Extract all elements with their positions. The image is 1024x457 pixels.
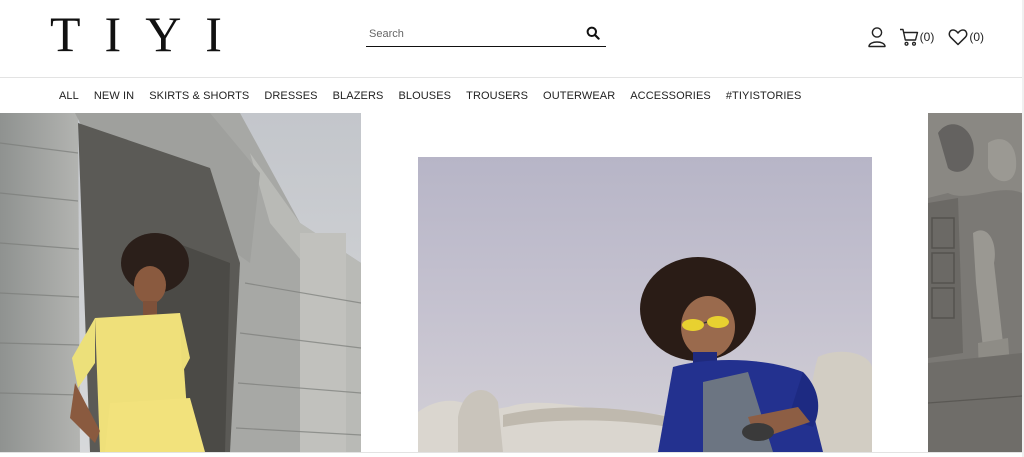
user-icon[interactable] xyxy=(867,26,887,48)
nav-item-new-in[interactable]: NEW IN xyxy=(94,90,134,102)
cart-button[interactable]: (0) xyxy=(899,27,935,47)
page-divider xyxy=(0,452,1024,453)
hero-gallery xyxy=(0,113,1024,452)
nav-item-blouses[interactable]: BLOUSES xyxy=(398,90,451,102)
nav-item-dresses[interactable]: DRESSES xyxy=(264,90,317,102)
nav-item-skirts-shorts[interactable]: SKIRTS & SHORTS xyxy=(149,90,249,102)
nav-item-blazers[interactable]: BLAZERS xyxy=(333,90,384,102)
hero-image-stone-relief[interactable] xyxy=(928,113,1022,452)
hero-image-yellow-dress[interactable] xyxy=(0,113,361,452)
search-icon[interactable] xyxy=(586,26,600,40)
header-icons: (0) (0) xyxy=(867,25,984,49)
wishlist-count: (0) xyxy=(969,30,984,44)
hero-image-blue-top[interactable] xyxy=(418,157,872,452)
heart-icon xyxy=(948,29,968,46)
cart-count: (0) xyxy=(919,30,935,44)
nav-item-tiyistories[interactable]: #TIYISTORIES xyxy=(726,90,802,102)
site-logo[interactable]: TIYI xyxy=(50,8,246,60)
main-navigation: ALL NEW IN SKIRTS & SHORTS DRESSES BLAZE… xyxy=(0,78,1024,113)
nav-item-trousers[interactable]: TROUSERS xyxy=(466,90,528,102)
site-header: TIYI (0) (0) xyxy=(0,0,1024,78)
nav-item-outerwear[interactable]: OUTERWEAR xyxy=(543,90,615,102)
nav-item-all[interactable]: ALL xyxy=(59,90,79,102)
wishlist-button[interactable]: (0) xyxy=(948,27,984,47)
cart-icon xyxy=(899,28,918,46)
search-input[interactable] xyxy=(369,25,569,43)
search-bar xyxy=(366,22,606,47)
nav-item-accessories[interactable]: ACCESSORIES xyxy=(630,90,711,102)
